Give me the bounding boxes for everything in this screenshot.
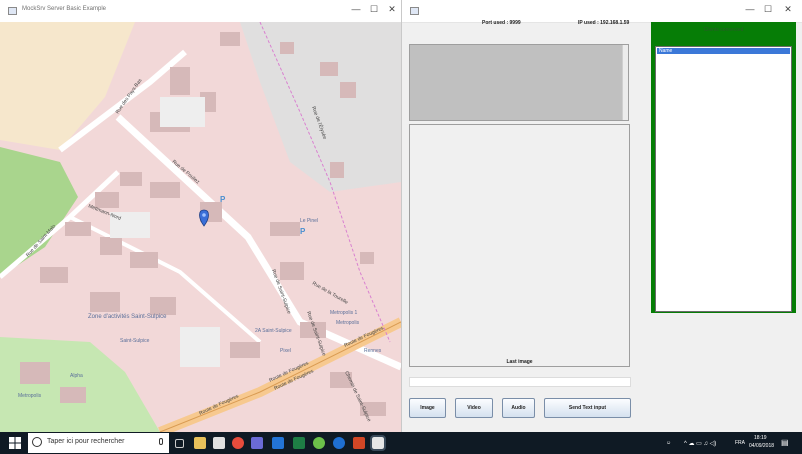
clients-list[interactable]: Name xyxy=(655,46,792,312)
android-studio-icon[interactable] xyxy=(313,437,325,449)
list-item[interactable]: Name xyxy=(657,48,790,54)
taskbar: Taper ici pour rechercher ☺ ^ ☁ ▭ ♫ ◁) F… xyxy=(0,432,802,454)
last-image-label: Last image xyxy=(506,359,533,365)
send-text-button[interactable]: Send Text input xyxy=(544,398,631,418)
poi-label: Saint-Sulpice xyxy=(120,338,150,344)
poi-label: Metropolis xyxy=(336,320,360,326)
last-image-panel: Last image xyxy=(409,124,630,367)
clients-title: Clients connected xyxy=(703,27,744,33)
app-icon xyxy=(410,7,419,15)
video-button[interactable]: Video xyxy=(455,398,493,418)
app-icon xyxy=(8,7,17,15)
maximize-button[interactable]: ☐ xyxy=(366,4,382,15)
map-view[interactable]: Rue de Saint-Malo Rue des Pays-Bas Rue d… xyxy=(0,22,401,432)
notification-icon[interactable]: ▤ xyxy=(781,438,789,447)
log-scrollbar[interactable] xyxy=(622,45,628,120)
app-icon-1[interactable] xyxy=(251,437,263,449)
powerpoint-icon[interactable] xyxy=(353,437,365,449)
image-button[interactable]: Image xyxy=(409,398,446,418)
map-window-titlebar[interactable]: MockSrv Server Basic Example — ☐ ✕ xyxy=(0,0,401,23)
mail-icon[interactable] xyxy=(213,437,225,449)
tray-icons[interactable]: ^ ☁ ▭ ♫ ◁) xyxy=(684,440,716,447)
windows-start-icon[interactable] xyxy=(9,437,21,449)
text-input-field[interactable] xyxy=(409,377,631,387)
clock-date[interactable]: 04/09/2018 xyxy=(749,443,774,449)
minimize-button[interactable]: — xyxy=(742,4,758,14)
poi-label: Le Pinel xyxy=(300,218,318,224)
people-icon[interactable]: ☺ xyxy=(666,440,671,446)
poi-label: Pixel xyxy=(280,348,291,354)
window-title: MockSrv Server Basic Example xyxy=(22,6,107,12)
edge-icon[interactable] xyxy=(333,437,345,449)
microphone-icon[interactable] xyxy=(159,438,163,445)
poi-label: 2A Saint-Sulpice xyxy=(255,328,292,334)
minimize-button[interactable]: — xyxy=(348,4,364,14)
clock-time[interactable]: 18:19 xyxy=(754,435,767,441)
poi-label: Metropolis 1 xyxy=(330,310,357,316)
taskbar-search-box[interactable]: Taper ici pour rechercher xyxy=(28,433,169,453)
clients-panel: Clients connected Name xyxy=(651,22,796,313)
cortana-icon xyxy=(32,437,42,447)
task-view-icon[interactable] xyxy=(175,439,184,448)
java-app-icon[interactable] xyxy=(370,435,386,451)
system-tray: ☺ ^ ☁ ▭ ♫ ◁) FRA 18:19 04/09/2018 ▤ xyxy=(660,432,802,454)
excel-icon[interactable] xyxy=(293,437,305,449)
maximize-button[interactable]: ☐ xyxy=(760,4,776,15)
outlook-icon[interactable] xyxy=(272,437,284,449)
zone-label: Zone d'activités Saint-Sulpice xyxy=(88,314,167,320)
close-button[interactable]: ✕ xyxy=(780,4,796,15)
audio-button[interactable]: Audio xyxy=(502,398,535,418)
parking-icon: P xyxy=(220,195,226,204)
map-window: MockSrv Server Basic Example — ☐ ✕ Rue d… xyxy=(0,0,402,432)
log-text-area[interactable] xyxy=(409,44,629,121)
close-button[interactable]: ✕ xyxy=(384,4,400,15)
ip-label: IP used : 192.168.1.59 xyxy=(578,20,630,26)
chrome-icon[interactable] xyxy=(232,437,244,449)
poi-label: Rennes xyxy=(364,348,382,354)
parking-icon: P xyxy=(300,227,306,236)
search-placeholder: Taper ici pour rechercher xyxy=(47,438,125,445)
file-explorer-icon[interactable] xyxy=(194,437,206,449)
language-indicator[interactable]: FRA xyxy=(735,440,745,446)
poi-label: Metropolis xyxy=(18,393,42,399)
port-label: Port used : 9999 xyxy=(482,20,521,26)
poi-label: Alpha xyxy=(70,373,83,379)
